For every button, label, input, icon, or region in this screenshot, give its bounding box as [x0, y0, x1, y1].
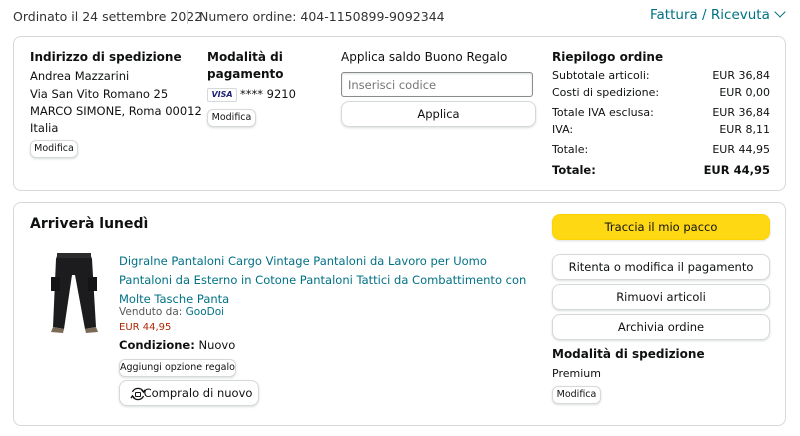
- product-price: EUR 44,95: [119, 322, 172, 333]
- summary-value: EUR 44,95: [712, 143, 770, 156]
- chevron-down-icon[interactable]: [774, 6, 786, 18]
- order-details-card: Indirizzo di spedizione Andrea Mazzarini…: [13, 36, 786, 191]
- shipping-country: Italia: [30, 121, 59, 135]
- delivery-heading: Arriverà lunedì: [30, 216, 149, 232]
- summary-value: EUR 0,00: [719, 86, 770, 99]
- shipping-method-value: Premium: [552, 367, 601, 380]
- archive-order-button[interactable]: Archivia ordine: [552, 314, 770, 340]
- gift-card-code-input[interactable]: [341, 72, 533, 97]
- buy-again-label[interactable]: Compralo di nuovo: [144, 386, 253, 400]
- add-gift-option-button[interactable]: Aggiungi opzione regalo: [119, 359, 236, 377]
- condition: Condizione: Nuovo: [119, 338, 235, 352]
- shipping-address-heading: Indirizzo di spedizione: [30, 50, 182, 64]
- shipment-card: Arriverà lunedì Digralne Pantaloni Cargo…: [13, 202, 786, 426]
- product-image[interactable]: [44, 251, 104, 333]
- order-date: Ordinato il 24 settembre 2022: [13, 9, 203, 24]
- summary-row-subtotal: Subtotale articoli: EUR 36,84: [552, 69, 770, 85]
- shipping-method-heading: Modalità di spedizione: [552, 347, 705, 361]
- payment-heading-line2: pagamento: [207, 67, 284, 81]
- seller-link[interactable]: GooDoi: [186, 306, 224, 318]
- summary-label: Totale:: [552, 163, 596, 177]
- condition-value: Nuovo: [198, 338, 236, 352]
- sold-by-label: Venduto da:: [119, 306, 183, 318]
- remove-items-button[interactable]: Rimuovi articoli: [552, 284, 770, 310]
- summary-label: Costi di spedizione:: [552, 86, 660, 99]
- edit-shipping-method-button[interactable]: Modifica: [552, 386, 601, 404]
- gift-card-heading: Applica saldo Buono Regalo: [341, 50, 508, 64]
- summary-value: EUR 36,84: [712, 69, 770, 82]
- sold-by: Venduto da: GooDoi: [119, 306, 224, 318]
- order-header: Ordinato il 24 settembre 2022 Numero ord…: [0, 0, 800, 34]
- product-title-link[interactable]: Digralne Pantaloni Cargo Vintage Pantalo…: [119, 252, 529, 309]
- buy-again-icon: [130, 387, 146, 401]
- shipping-name: Andrea Mazzarini: [30, 69, 130, 83]
- shipping-city: MARCO SIMONE, Roma 00012: [30, 104, 202, 118]
- summary-row-total-excl-vat: Totale IVA esclusa: EUR 36,84: [552, 106, 770, 122]
- edit-payment-button[interactable]: Modifica: [207, 109, 256, 127]
- invoice-link-label[interactable]: Fattura / Ricevuta: [650, 7, 770, 23]
- buy-again-button[interactable]: Compralo di nuovo: [119, 380, 259, 406]
- summary-label: Totale:: [552, 143, 589, 156]
- summary-row-shipping: Costi di spedizione: EUR 0,00: [552, 86, 770, 102]
- summary-label: Totale IVA esclusa:: [552, 106, 654, 119]
- summary-value: EUR 36,84: [712, 106, 770, 119]
- edit-shipping-address-button[interactable]: Modifica: [30, 140, 78, 158]
- apply-gift-card-button[interactable]: Applica: [341, 101, 536, 127]
- shipping-street: Via San Vito Romano 25: [30, 87, 169, 101]
- header-divider: [187, 10, 188, 24]
- summary-row-total: Totale: EUR 44,95: [552, 143, 770, 159]
- condition-label: Condizione:: [119, 338, 195, 352]
- summary-value: EUR 8,11: [719, 123, 770, 136]
- card-number: **** 9210: [240, 87, 296, 101]
- summary-label: Subtotale articoli:: [552, 69, 650, 82]
- invoice-link[interactable]: Fattura / Ricevuta: [650, 6, 786, 23]
- track-package-button[interactable]: Traccia il mio pacco: [552, 214, 770, 240]
- order-number: Numero ordine: 404-1150899-9092344: [199, 9, 445, 24]
- visa-card-icon: VISA: [207, 88, 237, 102]
- summary-value: EUR 44,95: [703, 163, 770, 177]
- payment-heading-line1: Modalità di: [207, 50, 283, 64]
- summary-label: IVA:: [552, 123, 574, 136]
- summary-row-grand-total: Totale: EUR 44,95: [552, 163, 770, 179]
- summary-row-vat: IVA: EUR 8,11: [552, 123, 770, 139]
- retry-payment-button[interactable]: Ritenta o modifica il pagamento: [552, 254, 770, 280]
- order-summary-heading: Riepilogo ordine: [552, 50, 664, 64]
